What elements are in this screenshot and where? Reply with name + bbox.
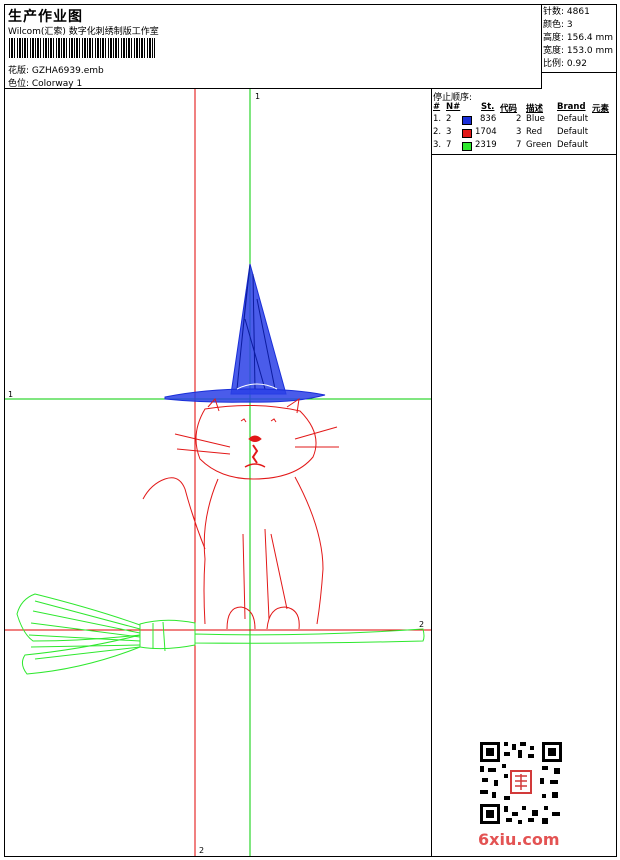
row-index: 2. (433, 127, 442, 137)
sheet-title: 生产作业图 (8, 9, 83, 25)
worksheet-frame: 生产作业图 Wilcom(汇索) 数字化刺绣制版工作室 花版: GZHA6939… (4, 4, 617, 857)
row-needle: 2 (446, 114, 452, 124)
row-needle: 3 (446, 127, 452, 137)
row-desc: Red (526, 127, 543, 137)
row-brand: Default (557, 114, 589, 124)
studio-name: Wilcom(汇索) 数字化刺绣制版工作室 (8, 27, 159, 37)
stitch-count: 针数: 4861 (543, 7, 590, 17)
row-needle: 7 (446, 140, 452, 150)
col-header-st: St. (481, 102, 495, 112)
color-swatch (462, 129, 472, 138)
stop-sequence-panel: 停止顺序: # N# St. 代码 描述 Brand 元素 1. 2 836 2… (432, 89, 616, 155)
col-header-n: N# (446, 102, 461, 112)
barcode (9, 38, 155, 58)
row-stitches: 1704 (475, 127, 497, 137)
table-row: 3. 7 2319 7 Green Default (432, 140, 616, 153)
color-swatch (462, 142, 472, 151)
stats-panel: 针数: 4861 颜色: 3 高度: 156.4 mm 宽度: 153.0 mm… (542, 5, 616, 73)
broom (16, 593, 425, 675)
guide-label-right: 2 (419, 620, 424, 629)
qr-code (478, 740, 564, 826)
guide-label-bottom: 2 (199, 846, 204, 855)
row-code: 2 (516, 114, 522, 124)
guide-label-top: 1 (255, 92, 260, 101)
table-row: 2. 3 1704 3 Red Default (432, 127, 616, 140)
colorway-label: 色位: Colorway 1 (8, 79, 83, 89)
col-header-code: 代码 (500, 104, 518, 114)
guide-label-left: 1 (8, 390, 13, 399)
row-index: 1. (433, 114, 442, 124)
design-scale: 比例: 0.92 (543, 59, 587, 69)
row-stitches: 2319 (475, 140, 497, 150)
witch-hat (164, 263, 326, 403)
design-canvas: 1 2 1 2 (5, 89, 432, 856)
row-desc: Green (526, 140, 552, 150)
row-brand: Default (557, 140, 589, 150)
design-drawing: 1 2 1 2 (5, 89, 431, 856)
design-width: 宽度: 153.0 mm (543, 46, 614, 56)
cat (142, 397, 339, 630)
design-filename: 花版: GZHA6939.emb (8, 66, 104, 76)
color-swatch (462, 116, 472, 125)
watermark-logo: 6xiu.com (478, 830, 560, 849)
header-panel: 生产作业图 Wilcom(汇索) 数字化刺绣制版工作室 花版: GZHA6939… (5, 5, 542, 89)
color-count: 颜色: 3 (543, 20, 573, 30)
row-brand: Default (557, 127, 589, 137)
table-row: 1. 2 836 2 Blue Default (432, 114, 616, 127)
row-code: 7 (516, 140, 522, 150)
row-index: 3. (433, 140, 442, 150)
col-header-element: 元素 (592, 104, 610, 114)
row-code: 3 (516, 127, 522, 137)
col-header-index: # (433, 102, 441, 112)
col-header-desc: 描述 (526, 104, 544, 114)
col-header-brand: Brand (557, 102, 586, 112)
design-height: 高度: 156.4 mm (543, 33, 614, 43)
row-desc: Blue (526, 114, 545, 124)
row-stitches: 836 (480, 114, 497, 124)
